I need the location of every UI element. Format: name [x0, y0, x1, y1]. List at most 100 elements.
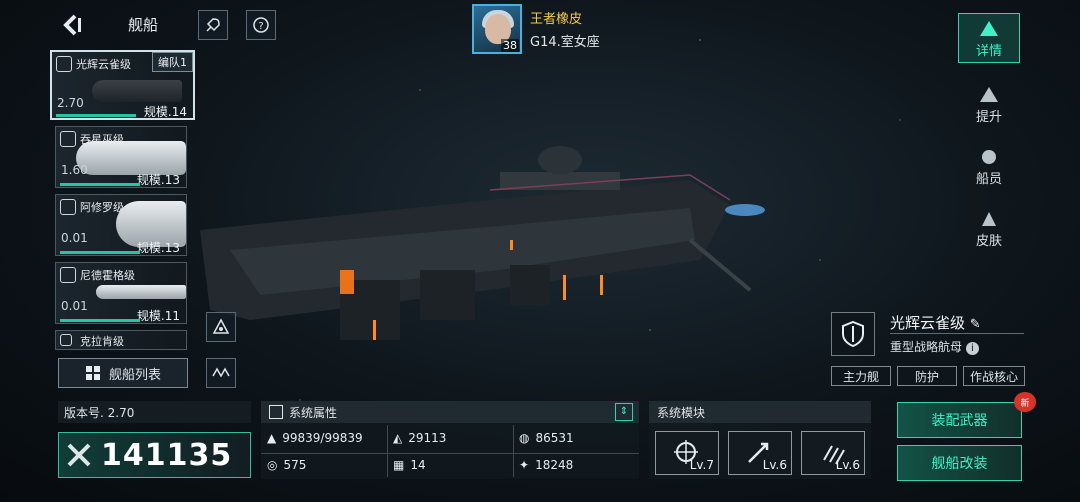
module-level: Lv.6 [762, 458, 787, 472]
nav-crew[interactable]: 船员 [958, 142, 1020, 188]
ship-card-0[interactable]: 光辉云雀级 编队1 2.70 规模.14 [50, 50, 195, 120]
attr-value: 86531 [535, 431, 574, 445]
ship-modify-button[interactable]: 舰船改装 [897, 445, 1022, 481]
attr-hull: ▲ 99839/99839 [267, 431, 363, 445]
ship-thumbnail [76, 141, 186, 175]
progress-bar [60, 319, 140, 322]
module-rocket[interactable]: Lv.6 [801, 431, 865, 475]
player-info[interactable]: 38 王者橡皮 G14.室女座 [472, 4, 600, 54]
wave-icon [212, 367, 230, 378]
ship-illustration [200, 146, 765, 340]
ship-version: 0.01 [61, 299, 88, 313]
nav-label: 船员 [975, 172, 1002, 187]
power-value: 141135 [101, 437, 233, 473]
player-name: 王者橡皮 [530, 12, 583, 27]
ship-name: 光辉云雀级 [76, 58, 131, 71]
ship-title: 光辉云雀级 ✎ [890, 312, 981, 333]
ship-scale: 规模.14 [143, 105, 187, 119]
attr-value: 99839/99839 [282, 431, 363, 445]
ship-card-3[interactable]: 尼德霍格级 0.01 规模.11 [55, 262, 187, 324]
ship-scale: 规模.11 [136, 309, 180, 323]
attr-value: 29113 [408, 431, 447, 445]
ship-name: 克拉肯级 [80, 335, 124, 348]
filter-button[interactable] [206, 312, 236, 342]
help-button[interactable]: ? [246, 10, 276, 40]
ship-thumbnail [96, 285, 186, 299]
hull-icon: ▲ [267, 431, 277, 445]
attr-value: 575 [283, 458, 307, 472]
ship-version: 1.60 [61, 163, 88, 177]
module-level: Lv.7 [689, 458, 714, 472]
page-title: 舰船 [128, 16, 159, 34]
version-label: 版本号. 2.70 [64, 406, 135, 420]
progress-bar [60, 183, 140, 186]
cross-class-icon [60, 131, 76, 147]
attr-slots: ▦ 14 [393, 458, 426, 472]
shield-icon [842, 321, 864, 347]
ship-list-button[interactable]: 舰船列表 [58, 358, 188, 388]
ship-name: 尼德霍格级 [80, 269, 135, 282]
avatar[interactable]: 38 [472, 4, 522, 54]
shield-class-icon [60, 199, 76, 215]
slots-icon: ▦ [393, 458, 405, 472]
progress-bar [56, 114, 136, 117]
tag-defense: 防护 [897, 366, 957, 386]
crew-icon [982, 150, 996, 164]
shield-class-icon [56, 56, 72, 72]
rocket-button[interactable] [198, 10, 228, 40]
module-targeting[interactable]: Lv.7 [655, 431, 719, 475]
fleet-tag: 编队1 [152, 52, 193, 72]
attributes-panel: 系统属性 ⇕ ▲ 99839/99839 ◭ 29113 ◍ 86531 ◎ 575 ▦… [261, 401, 639, 479]
module-missile[interactable]: Lv.6 [728, 431, 792, 475]
player-level: 38 [501, 39, 519, 52]
attr-armor: ◭ 29113 [393, 431, 446, 445]
ship-version: 0.01 [61, 231, 88, 245]
armor-icon: ◭ [393, 431, 403, 445]
edit-icon[interactable]: ✎ [970, 317, 981, 332]
triangle-icon [212, 318, 230, 334]
power-panel: 141135 [58, 432, 251, 478]
grid-icon [85, 366, 100, 380]
attr-shield: ◍ 86531 [519, 431, 574, 445]
attributes-header: 系统属性 ⇕ [261, 401, 639, 423]
attributes-title: 系统属性 [289, 406, 338, 420]
upgrade-icon [980, 87, 998, 102]
energy-icon: ✦ [519, 458, 530, 472]
cross-class-icon [60, 267, 76, 283]
ship-class-badge [831, 312, 875, 356]
module-level: Lv.6 [835, 458, 860, 472]
back-button[interactable] [58, 12, 84, 38]
info-icon[interactable]: i [965, 342, 979, 355]
ship-scale: 规模.13 [136, 241, 180, 255]
ship-type-text: 重型战略航母 [890, 340, 963, 354]
ship-card-2[interactable]: 阿修罗级 0.01 规模.13 [55, 194, 187, 256]
nav-label: 皮肤 [975, 234, 1002, 249]
nav-details[interactable]: 详情 [958, 13, 1020, 63]
ship-card-4[interactable]: 克拉肯级 [55, 330, 187, 350]
nav-upgrade[interactable]: 提升 [958, 80, 1020, 126]
nav-label: 详情 [975, 44, 1002, 59]
ship-thumbnail [92, 80, 182, 102]
nav-skins[interactable]: 皮肤 [958, 204, 1020, 250]
question-icon: ? [253, 17, 269, 33]
ship-card-1[interactable]: 吞星巫级 1.60 规模.13 [55, 126, 187, 188]
player-zone: G14.室女座 [530, 35, 600, 50]
modules-panel: 系统模块 Lv.7 Lv.6 Lv.6 [649, 401, 871, 479]
wave-button[interactable] [206, 358, 236, 388]
version-panel: 版本号. 2.70 [58, 401, 251, 423]
details-icon [980, 21, 998, 36]
ship-list-label: 舰船列表 [108, 367, 161, 383]
progress-bar [60, 251, 140, 254]
expand-toggle[interactable]: ⇕ [615, 403, 633, 421]
attr-value: 18248 [535, 458, 574, 472]
tag-role: 主力舰 [831, 366, 891, 386]
ship-title-text: 光辉云雀级 [890, 314, 966, 332]
crossed-swords-icon [67, 443, 91, 467]
chevron-left-icon [63, 14, 81, 36]
svg-text:?: ? [258, 21, 263, 32]
new-badge: 新 [1014, 392, 1036, 412]
equip-weapons-button[interactable]: 装配武器 [897, 402, 1022, 438]
flame-class-icon [60, 334, 72, 346]
tag-core: 作战核心 [963, 366, 1025, 386]
ship-name: 阿修罗级 [80, 201, 124, 214]
